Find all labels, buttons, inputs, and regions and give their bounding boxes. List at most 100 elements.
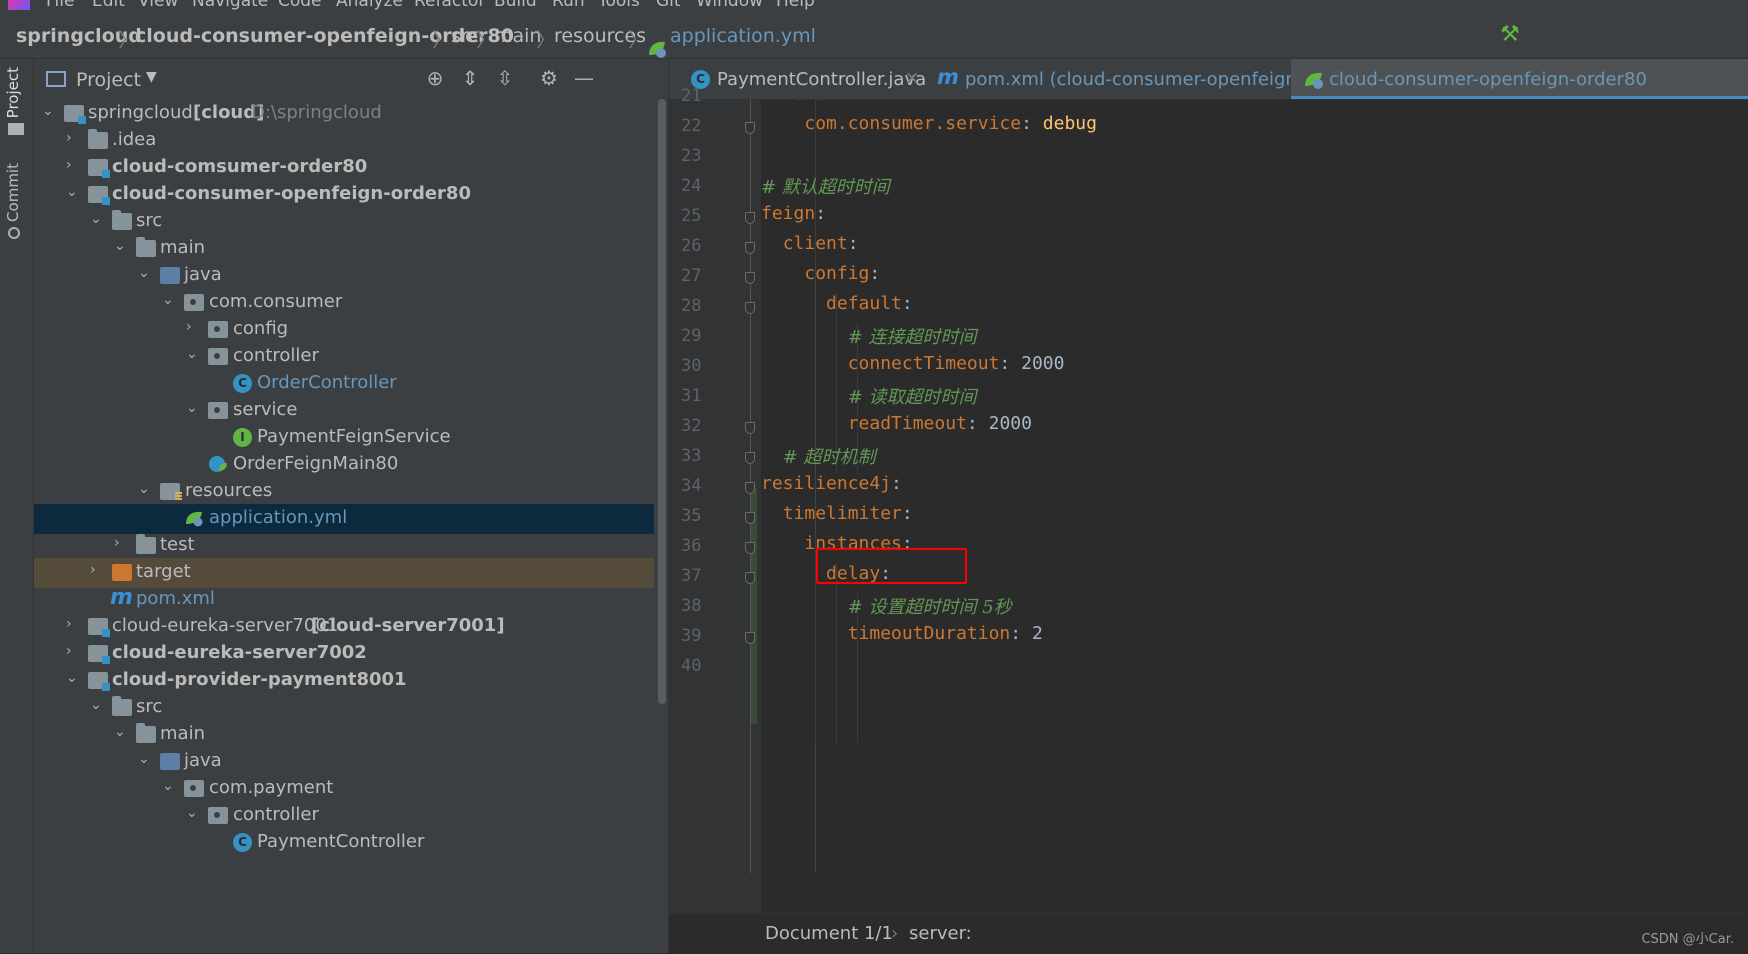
module-folder-icon bbox=[64, 105, 86, 124]
chevron-down-icon[interactable]: ⌄ bbox=[66, 184, 80, 200]
tab-label: cloud-consumer-openfeign-order80 bbox=[1329, 69, 1647, 90]
tree-row[interactable]: ⌄ src bbox=[34, 207, 654, 237]
tree-row[interactable]: ⌄ main bbox=[34, 720, 654, 750]
tree-row[interactable]: ⌄ src bbox=[34, 693, 654, 723]
chevron-right-icon[interactable]: › bbox=[66, 157, 80, 173]
tree-row-selected[interactable]: application.yml bbox=[34, 504, 654, 534]
tree-row[interactable]: C PaymentController bbox=[34, 828, 654, 858]
fold-marker-icon[interactable] bbox=[745, 422, 755, 434]
chevron-down-icon[interactable]: ⌄ bbox=[42, 103, 56, 119]
menu-edit[interactable]: Edit bbox=[92, 0, 125, 11]
chevron-down-icon[interactable]: ⌄ bbox=[162, 292, 176, 308]
code-line: timeoutDuration: 2 bbox=[847, 623, 1043, 644]
chevron-down-icon[interactable]: ⌄ bbox=[138, 751, 152, 767]
tree-row[interactable]: ⌄ java bbox=[34, 261, 654, 291]
tree-row[interactable]: ⌄ springcloud [cloud] D:\springcloud bbox=[34, 99, 654, 129]
menu-window[interactable]: Window bbox=[696, 0, 763, 11]
close-icon[interactable]: ✕ bbox=[905, 69, 919, 89]
tree-row[interactable]: ⌄ cloud-provider-payment8001 bbox=[34, 666, 654, 696]
chevron-down-icon[interactable]: ⌄ bbox=[90, 697, 104, 713]
chevron-down-icon[interactable]: ⌄ bbox=[186, 400, 200, 416]
package-icon bbox=[184, 294, 204, 311]
tree-row[interactable]: › .idea bbox=[34, 126, 654, 156]
menu-help[interactable]: Help bbox=[776, 0, 815, 11]
project-scrollbar[interactable] bbox=[658, 99, 666, 704]
tree-row[interactable]: OrderFeignMain80 bbox=[34, 450, 654, 480]
expand-all-icon[interactable]: ⇕ bbox=[457, 65, 483, 91]
chevron-down-icon[interactable]: ▼ bbox=[146, 69, 157, 85]
locate-target-icon[interactable]: ⊕ bbox=[422, 65, 448, 91]
fold-marker-icon[interactable] bbox=[745, 272, 755, 284]
tree-row[interactable]: › cloud-eureka-server7002 bbox=[34, 639, 654, 669]
fold-marker-icon[interactable] bbox=[745, 572, 755, 584]
tree-row[interactable]: › test bbox=[34, 531, 654, 561]
breadcrumb-item[interactable]: main bbox=[494, 25, 541, 47]
code-area[interactable]: level: com.consumer.service: debug # 默认超… bbox=[761, 99, 1748, 873]
fold-marker-icon[interactable] bbox=[745, 242, 755, 254]
fold-marker-icon[interactable] bbox=[745, 122, 755, 134]
yaml-path[interactable]: server: bbox=[909, 923, 972, 944]
yaml-key: com.consumer.service bbox=[804, 113, 1022, 134]
fold-marker-icon[interactable] bbox=[745, 542, 755, 554]
chevron-down-icon[interactable]: ⌄ bbox=[162, 778, 176, 794]
menu-build[interactable]: Build bbox=[494, 0, 537, 11]
tree-row[interactable]: ⌄ resources bbox=[34, 477, 654, 507]
menu-navigate[interactable]: Navigate bbox=[192, 0, 268, 11]
tree-row[interactable]: ⌄ com.payment bbox=[34, 774, 654, 804]
side-tab-project[interactable]: Project bbox=[4, 67, 22, 118]
tree-row[interactable]: ⌄ cloud-consumer-openfeign-order80 bbox=[34, 180, 654, 210]
document-indicator[interactable]: Document 1/1 bbox=[765, 923, 893, 944]
chevron-down-icon[interactable]: ⌄ bbox=[186, 346, 200, 362]
tree-row[interactable]: ⌄ com.consumer bbox=[34, 288, 654, 318]
tree-row[interactable]: ⌄ controller bbox=[34, 801, 654, 831]
chevron-down-icon[interactable]: ⌄ bbox=[186, 805, 200, 821]
side-tab-commit[interactable]: Commit bbox=[4, 163, 22, 222]
breadcrumb-item[interactable]: src bbox=[451, 25, 479, 47]
chevron-right-icon[interactable]: › bbox=[90, 562, 104, 578]
tree-row[interactable]: ⌄ controller bbox=[34, 342, 654, 372]
tree-row[interactable]: m pom.xml bbox=[34, 585, 654, 615]
menu-refactor[interactable]: Refactor bbox=[414, 0, 485, 11]
fold-marker-icon[interactable] bbox=[745, 512, 755, 524]
menu-run[interactable]: Run bbox=[552, 0, 585, 11]
chevron-right-icon[interactable]: › bbox=[66, 643, 80, 659]
build-hammer-icon[interactable]: ⚒ bbox=[1500, 22, 1520, 47]
tree-row[interactable]: › cloud-eureka-server7001 [cloud-server7… bbox=[34, 612, 654, 642]
tab-application-yml[interactable]: cloud-consumer-openfeign-order80 bbox=[1291, 59, 1748, 99]
chevron-down-icon[interactable]: ⌄ bbox=[66, 670, 80, 686]
chevron-down-icon[interactable]: ⌄ bbox=[138, 265, 152, 281]
fold-marker-icon[interactable] bbox=[745, 632, 755, 644]
line-number: 37 bbox=[681, 566, 702, 586]
fold-marker-icon[interactable] bbox=[745, 482, 755, 494]
menu-git[interactable]: Git bbox=[656, 0, 681, 11]
menu-code[interactable]: Code bbox=[278, 0, 322, 11]
gear-icon[interactable]: ⚙ bbox=[536, 65, 562, 91]
chevron-down-icon[interactable]: ⌄ bbox=[138, 481, 152, 497]
chevron-right-icon[interactable]: › bbox=[186, 319, 200, 335]
fold-marker-icon[interactable] bbox=[745, 302, 755, 314]
tree-row[interactable]: › cloud-comsumer-order80 bbox=[34, 153, 654, 183]
tree-row[interactable]: ⌄ service bbox=[34, 396, 654, 426]
chevron-down-icon[interactable]: ⌄ bbox=[114, 238, 128, 254]
chevron-down-icon[interactable]: ⌄ bbox=[90, 211, 104, 227]
hide-panel-icon[interactable]: — bbox=[571, 65, 597, 91]
project-panel-title[interactable]: Project bbox=[76, 69, 141, 91]
fold-marker-icon[interactable] bbox=[745, 452, 755, 464]
chevron-right-icon[interactable]: › bbox=[66, 616, 80, 632]
menu-tools[interactable]: Tools bbox=[598, 0, 640, 11]
tree-row[interactable]: C OrderController bbox=[34, 369, 654, 399]
tree-row[interactable]: I PaymentFeignService bbox=[34, 423, 654, 453]
collapse-all-icon[interactable]: ⇳ bbox=[492, 65, 518, 91]
menu-analyze[interactable]: Analyze bbox=[336, 0, 403, 11]
tree-row[interactable]: ⌄ java bbox=[34, 747, 654, 777]
fold-marker-icon[interactable] bbox=[745, 212, 755, 224]
tree-row[interactable]: › config bbox=[34, 315, 654, 345]
breadcrumb-item-file[interactable]: application.yml bbox=[670, 25, 816, 47]
chevron-right-icon[interactable]: › bbox=[66, 130, 80, 146]
menu-view[interactable]: View bbox=[138, 0, 178, 11]
chevron-right-icon[interactable]: › bbox=[114, 535, 128, 551]
chevron-down-icon[interactable]: ⌄ bbox=[114, 724, 128, 740]
tree-row[interactable]: ⌄ main bbox=[34, 234, 654, 264]
menu-file[interactable]: File bbox=[46, 0, 74, 11]
tree-row[interactable]: › target bbox=[34, 558, 654, 588]
